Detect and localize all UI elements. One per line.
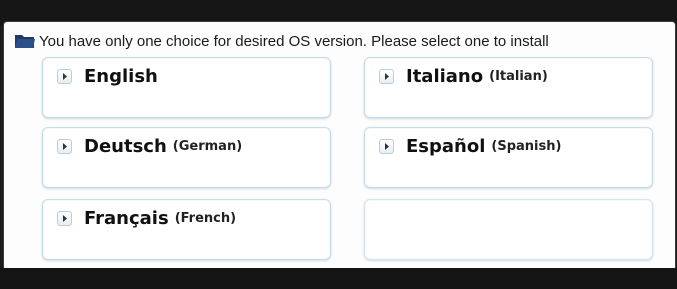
os-language-selector: You have only one choice for desired OS … [4,22,675,270]
language-name: Français [84,208,169,229]
language-option-francais[interactable]: Français (French) [42,199,331,260]
empty-option-slot [364,199,653,260]
language-option-deutsch[interactable]: Deutsch (German) [42,127,331,188]
arrow-right-icon [57,139,72,154]
language-option-espanol[interactable]: Español (Spanish) [364,127,653,188]
instruction-header: You have only one choice for desired OS … [14,30,674,52]
arrow-right-icon [57,69,72,84]
language-subtitle: (French) [174,211,237,226]
language-name: Italiano [406,66,484,87]
language-subtitle: (German) [172,139,243,154]
language-subtitle: (Spanish) [491,139,562,154]
arrow-right-icon [57,211,72,226]
language-subtitle: (Italian) [489,69,548,84]
folder-icon [14,32,36,50]
arrow-right-icon [379,139,394,154]
screen-bezel-bottom [0,268,677,289]
instruction-text: You have only one choice for desired OS … [39,32,549,50]
arrow-right-icon [379,69,394,84]
language-name: Deutsch [84,136,167,157]
language-option-italiano[interactable]: Italiano (Italian) [364,57,653,118]
language-name: English [84,66,158,87]
language-name: Español [406,136,486,157]
language-option-english[interactable]: English [42,57,331,118]
